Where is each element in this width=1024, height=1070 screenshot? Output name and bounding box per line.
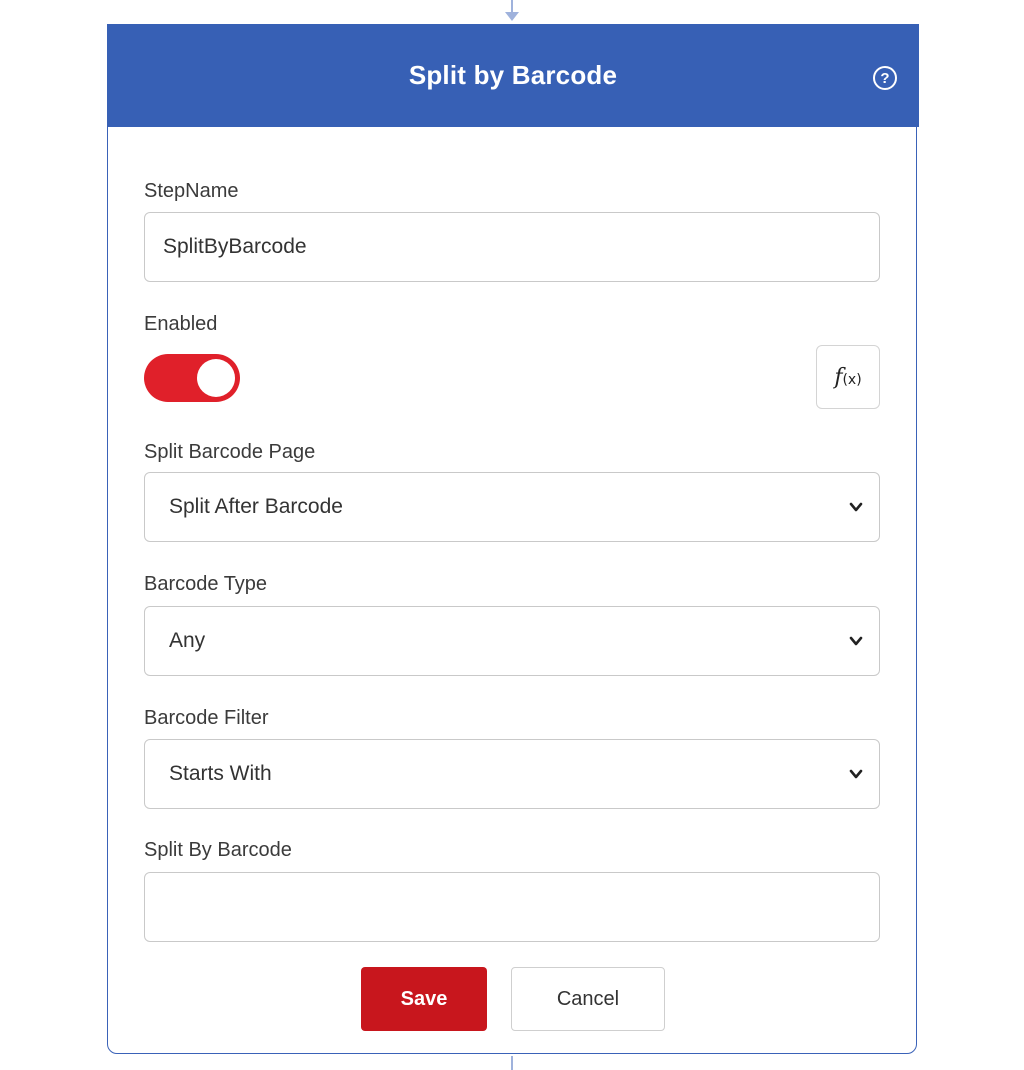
split-by-barcode-input[interactable] — [144, 872, 880, 942]
flow-connector-bottom — [511, 1056, 513, 1070]
barcode-type-value: Any — [169, 629, 206, 652]
barcode-type-select[interactable]: Any — [144, 606, 880, 676]
split-by-barcode-dialog: Split by Barcode ? StepName SplitByBarco… — [107, 24, 919, 1054]
split-barcode-page-select[interactable]: Split After Barcode — [144, 472, 880, 542]
barcode-filter-value: Starts With — [169, 762, 272, 785]
barcode-filter-select[interactable]: Starts With — [144, 739, 880, 809]
enabled-label: Enabled — [144, 313, 218, 335]
cancel-button[interactable]: Cancel — [511, 967, 665, 1031]
question-circle-icon[interactable]: ? — [873, 66, 897, 90]
split-barcode-page-label: Split Barcode Page — [144, 441, 316, 463]
dialog-title: Split by Barcode — [408, 60, 618, 90]
step-name-value: SplitByBarcode — [163, 235, 307, 258]
canvas: Split by Barcode ? StepName SplitByBarco… — [0, 0, 1024, 1070]
dialog-header: Split by Barcode ? — [107, 24, 919, 127]
chevron-down-icon — [849, 636, 863, 646]
toggle-knob — [197, 359, 235, 397]
barcode-type-label: Barcode Type — [144, 573, 268, 595]
function-icon: f(x) — [834, 364, 862, 390]
function-button[interactable]: f(x) — [816, 345, 880, 409]
step-name-label: StepName — [144, 180, 239, 202]
save-button[interactable]: Save — [361, 967, 487, 1031]
chevron-down-icon — [849, 502, 863, 512]
step-name-input[interactable]: SplitByBarcode — [144, 212, 880, 282]
barcode-filter-label: Barcode Filter — [144, 707, 269, 729]
chevron-down-icon — [849, 769, 863, 779]
split-barcode-page-value: Split After Barcode — [169, 495, 343, 518]
arrow-down-icon — [505, 12, 519, 21]
enabled-toggle[interactable] — [144, 354, 240, 402]
split-by-barcode-label: Split By Barcode — [144, 839, 292, 861]
